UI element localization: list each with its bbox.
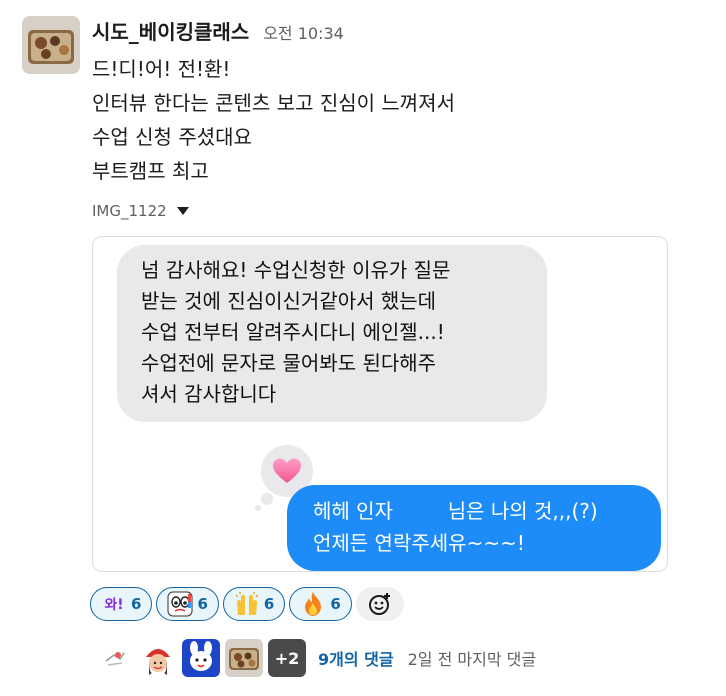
file-name: IMG_1122 <box>92 202 167 220</box>
bubble-text-line: 넘 감사해요! 수업신청한 이유가 질문 <box>141 258 451 282</box>
message-header: 시도_베이킹클래스 오전 10:34 <box>92 16 344 46</box>
replier-avatar <box>96 639 134 677</box>
eyes-face-icon <box>167 591 193 617</box>
reaction-wa[interactable]: 와! 6 <box>90 587 153 621</box>
bubble-text-line: 수업전에 문자로 물어봐도 된다해주 <box>141 351 437 375</box>
tapback-tail-dot <box>261 493 273 505</box>
sender-name[interactable]: 시도_베이킹클래스 <box>92 16 249 45</box>
message-line: 부트캠프 최고 <box>92 159 209 183</box>
image-attachment[interactable]: 넘 감사해요! 수업신청한 이유가 질문 받는 것에 진심이신거같아서 했는데 … <box>92 236 668 572</box>
caret-down-icon[interactable] <box>176 207 189 215</box>
outgoing-message-bubble: 헤헤 인자 님은 나의 것,,,(?) 언제든 연락주세유~~~! <box>287 485 661 571</box>
message-line: 드!디!어! 전!환! <box>92 57 231 81</box>
bubble-text-segment: 님은 나의 것,,,(?) <box>447 499 598 523</box>
reaction-fire[interactable]: 6 <box>289 587 352 621</box>
reaction-raised-hands[interactable]: 6 <box>222 587 286 621</box>
replier-avatar <box>139 639 177 677</box>
thread-summary[interactable]: +2 9개의 댓글 2일 전 마지막 댓글 <box>96 638 536 678</box>
bubble-text-line: 받는 것에 진심이신거같아서 했는데 <box>141 289 437 313</box>
tapback-tail-dot <box>255 505 261 511</box>
bubble-text-line: 셔서 감사합니다 <box>141 382 277 406</box>
bubble-text-line: 헤헤 인자 님은 나의 것,,,(?) <box>313 495 649 527</box>
add-reaction-button[interactable] <box>355 587 404 621</box>
more-repliers-badge: +2 <box>268 639 306 677</box>
reply-count-link[interactable]: 9개의 댓글 <box>318 646 394 670</box>
reactions-bar: 와! 6 6 6 6 <box>90 587 404 621</box>
fire-icon <box>300 591 326 617</box>
message-timestamp[interactable]: 오전 10:34 <box>263 20 344 44</box>
reaction-eyes-face[interactable]: 6 <box>156 587 219 621</box>
heart-icon <box>273 458 301 483</box>
bubble-text-line: 수업 전부터 알려주시다니 에인젤...! <box>141 320 445 344</box>
reaction-count: 6 <box>263 595 275 613</box>
message-line: 수업 신청 주셨대요 <box>92 125 252 149</box>
bubble-text-segment: 헤헤 인자 <box>313 499 393 523</box>
incoming-message-bubble: 넘 감사해요! 수업신청한 이유가 질문 받는 것에 진심이신거같아서 했는데 … <box>117 245 547 422</box>
reaction-count: 6 <box>197 595 208 613</box>
message-line: 인터뷰 한다는 콘텐츠 보고 진심이 느껴져서 <box>92 91 455 115</box>
wa-text-icon: 와! <box>101 591 127 617</box>
reaction-count: 6 <box>131 595 142 613</box>
svg-text:와!: 와! <box>104 596 123 613</box>
file-attachment-toggle[interactable]: IMG_1122 <box>92 202 189 220</box>
replier-avatar <box>225 639 263 677</box>
message-body: 드!디!어! 전!환! 인터뷰 한다는 콘텐츠 보고 진심이 느껴져서 수업 신… <box>92 52 455 188</box>
raised-hands-icon <box>234 591 260 617</box>
last-reply-time: 2일 전 마지막 댓글 <box>407 650 537 669</box>
reaction-count: 6 <box>330 595 341 613</box>
redacted-name <box>399 503 442 522</box>
bubble-text-line: 언제든 연락주세유~~~! <box>313 531 525 555</box>
replier-avatar <box>182 639 220 677</box>
add-emoji-icon <box>368 593 390 615</box>
sender-avatar[interactable] <box>22 16 80 74</box>
